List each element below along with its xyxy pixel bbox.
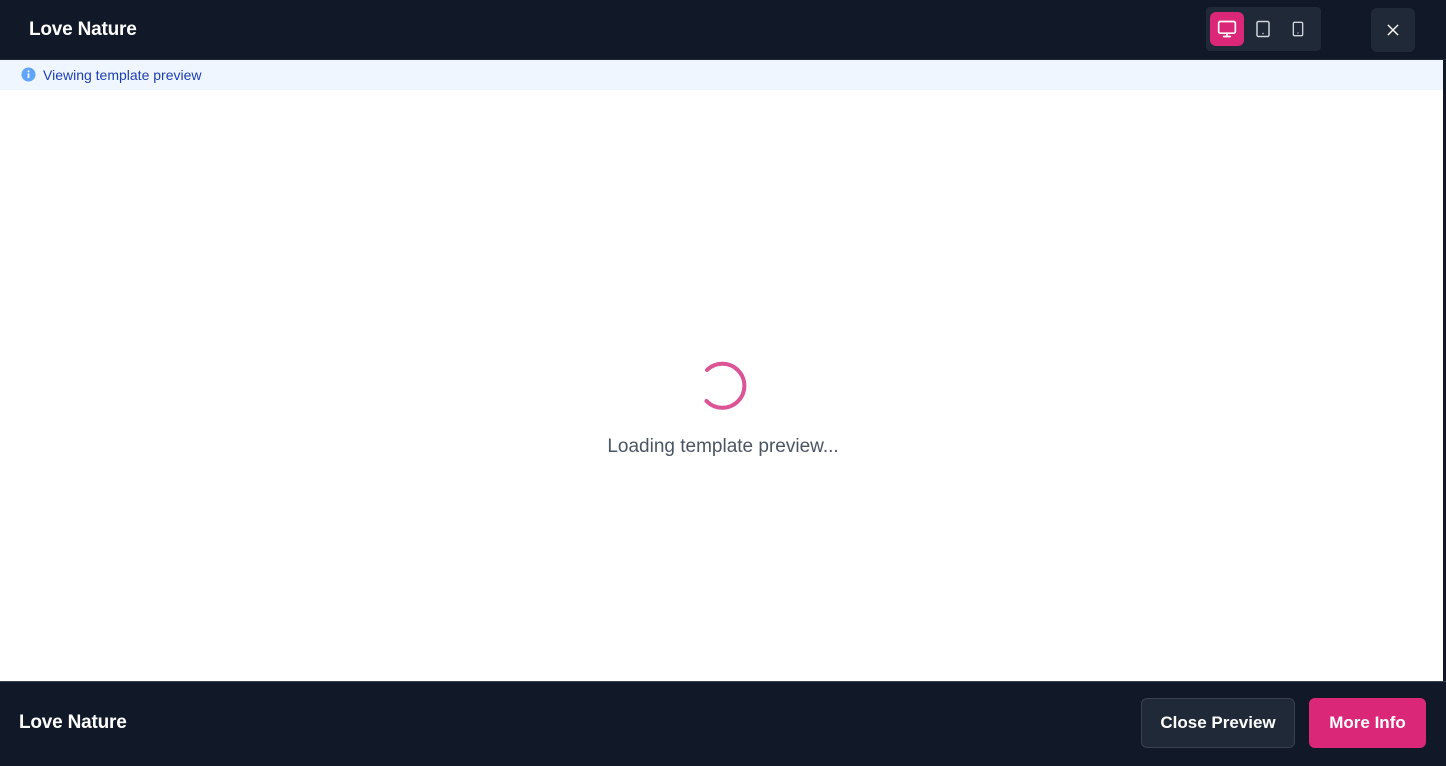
info-icon [21,67,36,82]
desktop-view-button[interactable] [1210,12,1244,46]
tablet-view-button[interactable] [1246,12,1280,46]
template-title: Love Nature [29,19,137,40]
preview-header: Love Nature [0,0,1446,60]
preview-footer: Love Nature Close Preview More Info [0,681,1446,766]
loading-message: Loading template preview... [607,436,839,457]
tablet-icon [1256,20,1270,38]
info-banner: Viewing template preview [0,60,1444,90]
device-toggle-group [1206,7,1321,51]
close-preview-x-button[interactable] [1371,8,1415,52]
monitor-icon [1217,20,1237,38]
more-info-button[interactable]: More Info [1309,698,1426,748]
close-icon [1387,24,1399,36]
footer-template-title: Love Nature [19,712,127,733]
smartphone-icon [1292,21,1304,37]
close-preview-button[interactable]: Close Preview [1141,698,1295,748]
spinner-icon [704,361,747,410]
info-banner-text: Viewing template preview [43,67,202,83]
mobile-view-button[interactable] [1281,12,1315,46]
